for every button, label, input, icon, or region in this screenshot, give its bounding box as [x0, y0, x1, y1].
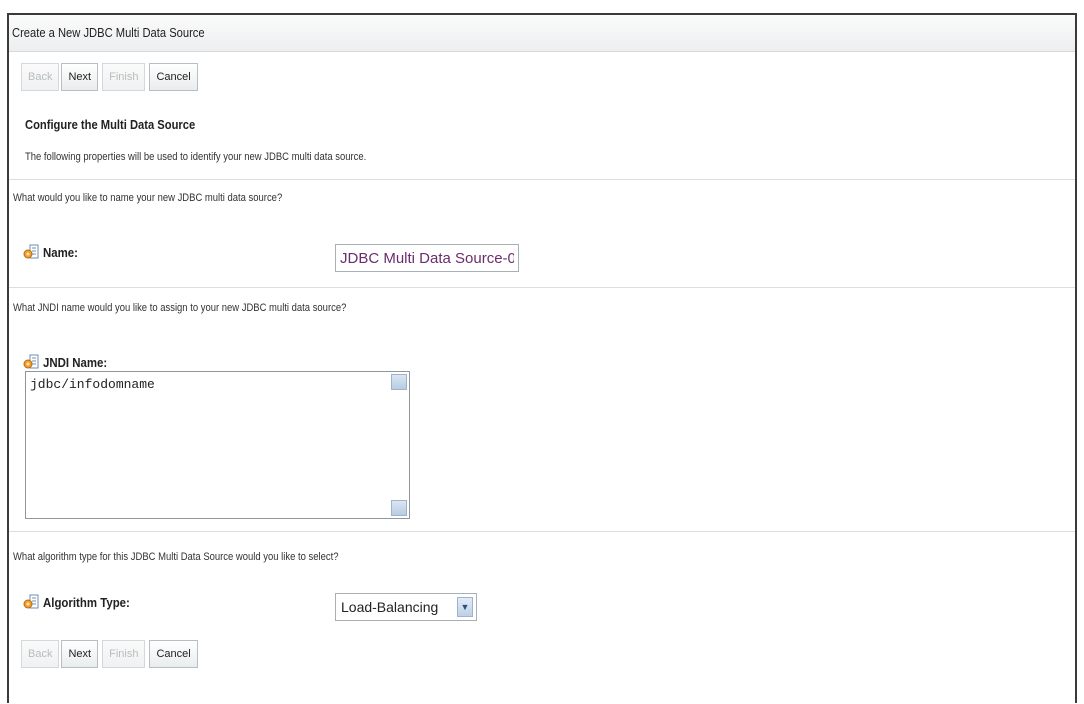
back-button[interactable]: Back: [21, 63, 60, 91]
scroll-up-button[interactable]: [391, 374, 407, 390]
algorithm-label-text: Algorithm Type:: [43, 594, 130, 610]
jndi-label-text: JNDI Name:: [43, 354, 108, 370]
next-button[interactable]: Next: [61, 640, 99, 668]
jndi-name-value: jdbc/infodomname: [30, 377, 155, 392]
algorithm-label: Algorithm Type:: [23, 594, 142, 610]
section-description: The following properties will be used to…: [25, 151, 367, 163]
finish-button[interactable]: Finish: [102, 63, 146, 91]
next-button[interactable]: Next: [61, 63, 99, 91]
divider: [9, 287, 1075, 288]
algorithm-question: What algorithm type for this JDBC Multi …: [13, 551, 339, 563]
form-field-icon: [23, 594, 39, 610]
jndi-label: JNDI Name:: [23, 354, 116, 370]
jndi-name-textarea[interactable]: jdbc/infodomname: [25, 371, 410, 519]
top-button-row: Back Next Finish Cancel: [21, 63, 198, 93]
section-heading: Configure the Multi Data Source: [25, 117, 196, 132]
cancel-button[interactable]: Cancel: [149, 640, 198, 668]
algorithm-selected-value: Load-Balancing: [341, 599, 439, 615]
form-field-icon: [23, 354, 39, 370]
scroll-down-button[interactable]: [391, 500, 407, 516]
chevron-down-icon[interactable]: ▼: [457, 597, 473, 617]
algorithm-type-select[interactable]: Load-Balancing ▼: [335, 593, 477, 621]
bottom-button-row: Back Next Finish Cancel: [21, 640, 198, 670]
name-label: Name:: [23, 244, 83, 260]
divider: [9, 179, 1075, 180]
page-title: Create a New JDBC Multi Data Source: [12, 25, 205, 40]
back-button[interactable]: Back: [21, 640, 60, 668]
wizard-panel: Create a New JDBC Multi Data Source Back…: [7, 13, 1077, 703]
divider: [9, 531, 1075, 532]
panel-titlebar: Create a New JDBC Multi Data Source: [9, 15, 1075, 52]
name-field[interactable]: [335, 244, 519, 272]
jndi-question: What JNDI name would you like to assign …: [13, 302, 347, 314]
name-question: What would you like to name your new JDB…: [13, 192, 283, 204]
form-field-icon: [23, 244, 39, 260]
name-label-text: Name:: [43, 244, 78, 260]
cancel-button[interactable]: Cancel: [149, 63, 198, 91]
finish-button[interactable]: Finish: [102, 640, 146, 668]
textarea-scrollbar[interactable]: [391, 374, 407, 516]
